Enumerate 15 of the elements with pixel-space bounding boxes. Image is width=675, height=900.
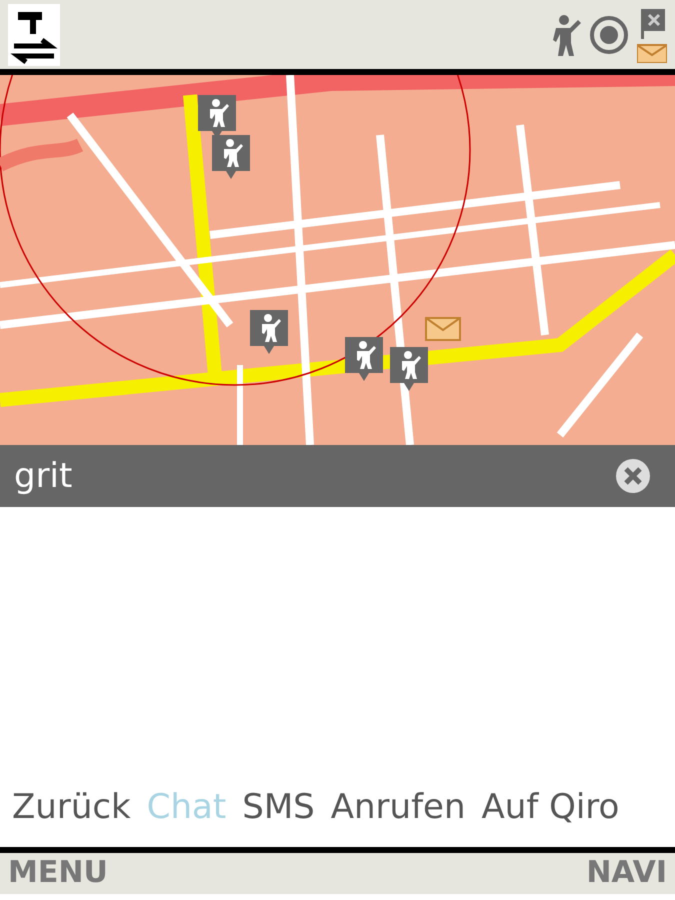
search-field[interactable]: grit [0,445,675,507]
clear-icon[interactable] [615,458,651,494]
action-tab[interactable]: Anrufen [322,782,474,832]
person-marker-icon[interactable] [345,337,383,381]
navi-softkey[interactable]: NAVI [586,853,667,894]
action-tab[interactable]: Auf Qiro [474,782,628,832]
person-marker-icon[interactable] [390,347,428,391]
menu-softkey[interactable]: MENU [8,853,108,894]
flag-icon [637,6,667,62]
signal-icon [8,4,60,66]
target-icon [589,14,629,54]
person-marker-icon[interactable] [250,310,288,354]
action-tab[interactable]: Zurück [4,782,139,832]
person-marker-icon[interactable] [212,135,250,179]
action-tab[interactable]: SMS [234,782,323,832]
